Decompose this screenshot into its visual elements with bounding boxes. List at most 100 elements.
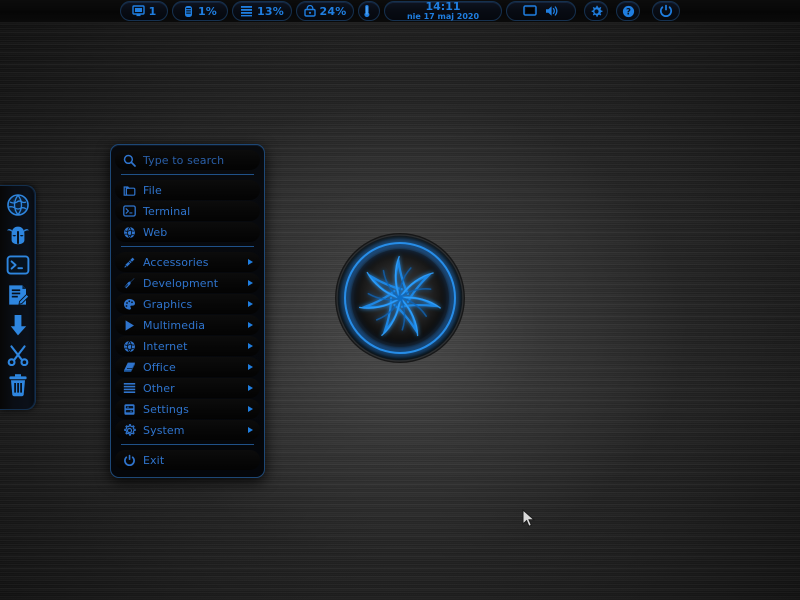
application-menu: Type to search File Terminal Web [110,144,265,478]
menu-category-label: Accessories [143,256,209,269]
disk-widget[interactable]: 24% [296,1,354,21]
menu-separator-1 [121,174,254,175]
wrench-icon [122,276,136,290]
menu-category-internet[interactable]: Internet [115,336,260,356]
display-widget[interactable]: 1 [120,1,168,21]
globe-icon [6,193,30,217]
menu-item-label: Web [143,226,167,239]
left-dock [0,185,36,410]
menu-category-other[interactable]: Other [115,378,260,398]
menu-category-multimedia[interactable]: Multimedia [115,315,260,335]
help-button[interactable]: ? [616,1,640,21]
dock-editor[interactable] [4,281,32,309]
cpu-icon [240,5,253,17]
menu-category-label: System [143,424,185,437]
menu-category-label: Other [143,382,175,395]
menu-category-graphics[interactable]: Graphics [115,294,260,314]
scissors-icon [6,344,30,366]
palette-icon [122,297,136,311]
menu-separator-3 [121,444,254,445]
screen-icon[interactable] [523,5,537,17]
download-arrow-icon [7,313,29,337]
menu-item-file[interactable]: File [115,180,260,200]
clock-date: nie 17 maj 2020 [407,12,479,21]
cpu-widget[interactable]: 13% [232,1,292,21]
menu-category-label: Development [143,277,218,290]
power-button[interactable] [652,1,680,21]
play-icon [122,318,136,332]
menu-category-office[interactable]: Office [115,357,260,377]
power-icon [659,4,673,18]
menu-category-system[interactable]: System [115,420,260,440]
menu-category-settings[interactable]: Settings [115,399,260,419]
cog-icon [122,423,136,437]
cpu-percent: 13% [257,5,284,18]
chevron-right-icon [248,427,253,433]
gear-icon [590,5,603,18]
menu-item-terminal[interactable]: Terminal [115,201,260,221]
clock-time: 14:11 [425,2,460,12]
pencil-ruler-icon [122,255,136,269]
question-icon: ? [622,5,635,18]
menu-separator-2 [121,246,254,247]
menu-category-label: Office [143,361,176,374]
menu-category-accessories[interactable]: Accessories [115,252,260,272]
dock-warrior[interactable] [4,221,32,249]
menu-item-label: Exit [143,454,164,467]
menu-item-web[interactable]: Web [115,222,260,242]
dock-scissors[interactable] [4,341,32,369]
globe-icon [122,339,136,353]
svg-text:?: ? [626,7,631,17]
menu-item-label: File [143,184,162,197]
text-editor-icon [6,283,30,307]
mouse-cursor [522,509,536,533]
temperature-widget[interactable] [358,1,380,21]
menu-category-label: Graphics [143,298,192,311]
book-icon [122,360,136,374]
menu-item-exit[interactable]: Exit [115,450,260,470]
chevron-right-icon [248,406,253,412]
chevron-right-icon [248,280,253,286]
menu-item-label: Terminal [143,205,190,218]
chevron-right-icon [248,301,253,307]
chevron-right-icon [248,385,253,391]
dock-terminal[interactable] [4,251,32,279]
viking-helmet-icon [6,223,30,247]
search-placeholder: Type to search [143,154,224,167]
dock-trash[interactable] [4,371,32,399]
memory-widget[interactable]: 1% [172,1,228,21]
menu-category-label: Settings [143,403,189,416]
memory-icon [183,5,194,18]
dock-download[interactable] [4,311,32,339]
menu-category-label: Internet [143,340,187,353]
top-panel: 1 1% 13% 24% 14:11 [0,0,800,22]
monitor-icon [132,5,145,17]
disk-icon [304,5,316,17]
search-input[interactable]: Type to search [115,150,260,170]
memory-percent: 1% [198,5,217,18]
terminal-icon [122,204,136,218]
preferences-button[interactable] [584,1,608,21]
display-count: 1 [149,5,157,18]
chevron-right-icon [248,259,253,265]
chevron-right-icon [248,364,253,370]
globe-icon [122,225,136,239]
sliders-icon [122,402,136,416]
clock-widget[interactable]: 14:11 nie 17 maj 2020 [384,1,502,21]
blackarch-logo [332,232,468,365]
terminal-icon [6,254,30,276]
power-icon [122,453,136,467]
trash-icon [7,373,29,397]
chevron-right-icon [248,343,253,349]
search-icon [122,153,136,167]
menu-category-label: Multimedia [143,319,205,332]
dock-browser[interactable] [4,191,32,219]
list-icon [122,381,136,395]
menu-category-development[interactable]: Development [115,273,260,293]
disk-percent: 24% [320,5,347,18]
volume-icon[interactable] [545,5,559,17]
folder-icon [122,183,136,197]
desktop-background: 1 1% 13% 24% 14:11 [0,0,800,600]
chevron-right-icon [248,322,253,328]
system-tray[interactable] [506,1,576,21]
